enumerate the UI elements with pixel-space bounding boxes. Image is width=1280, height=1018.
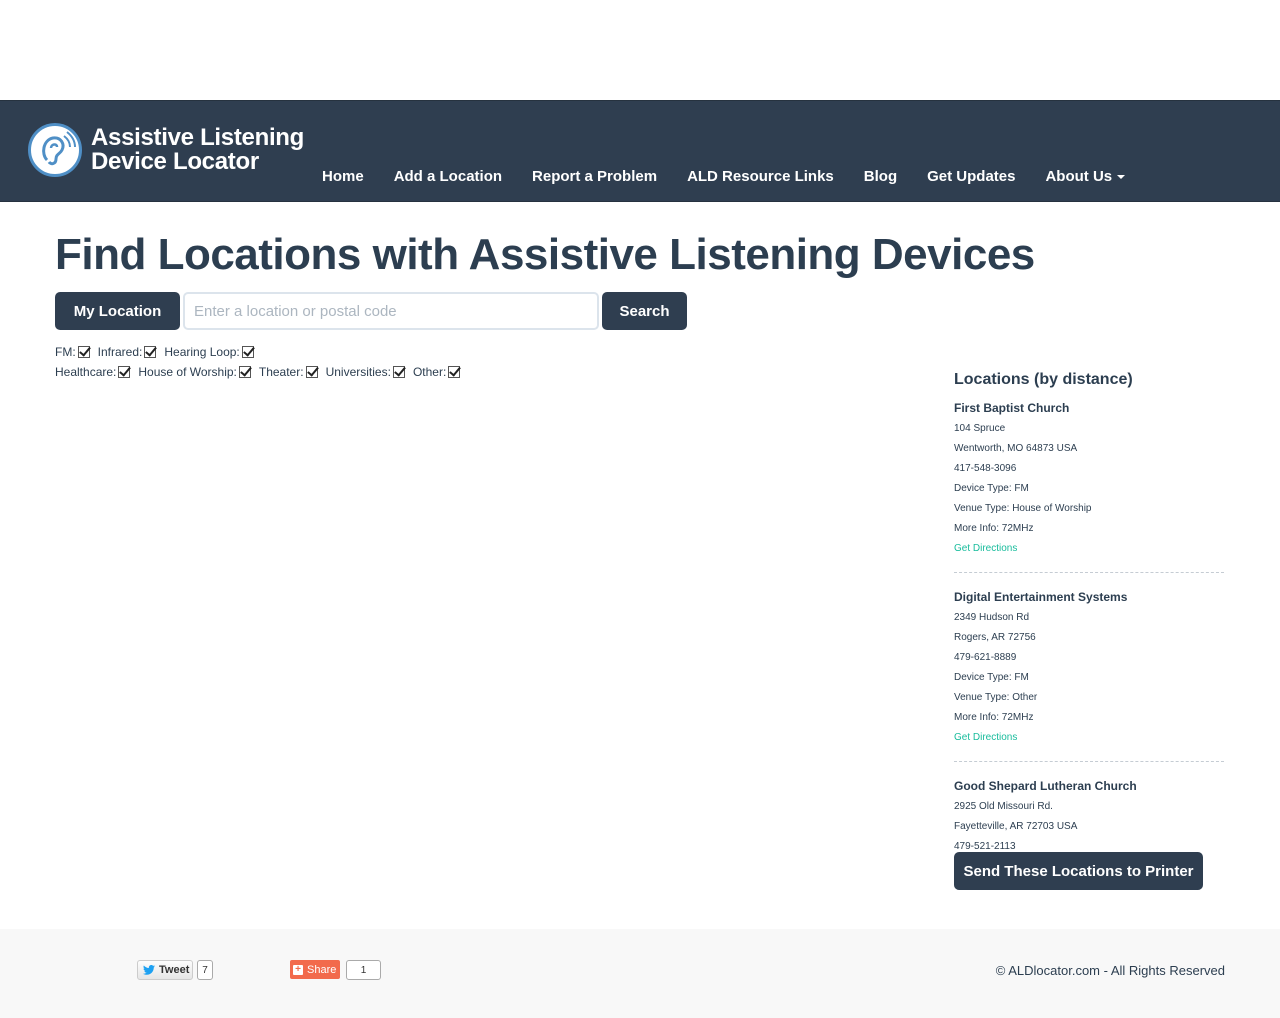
footer: Tweet 7 + Share 1 © ALDlocator.com - All… bbox=[0, 929, 1280, 1018]
share-label: Share bbox=[307, 963, 337, 976]
brand-line-1: Assistive Listening bbox=[91, 124, 305, 151]
filter-label: FM: bbox=[55, 345, 76, 359]
main-content: Find Locations with Assistive Listening … bbox=[0, 202, 1280, 929]
search-button[interactable]: Search bbox=[602, 292, 687, 330]
other-checkbox[interactable] bbox=[448, 366, 461, 378]
get-directions-link[interactable]: Get Directions bbox=[954, 728, 1224, 748]
filter-house-of-worship: House of Worship: bbox=[138, 365, 251, 379]
tweet-button[interactable]: Tweet bbox=[137, 960, 193, 980]
nav-home[interactable]: Home bbox=[307, 167, 379, 187]
twitter-bird-icon bbox=[143, 965, 155, 975]
plus-icon: + bbox=[293, 964, 303, 975]
location-name: First Baptist Church bbox=[954, 401, 1070, 415]
hearing-loop-checkbox[interactable] bbox=[241, 346, 254, 358]
brand-line-2: Device Locator bbox=[91, 148, 259, 175]
results-sidebar: Locations (by distance) First Baptist Ch… bbox=[954, 370, 1224, 857]
nav-about-us-label: About Us bbox=[1045, 168, 1113, 185]
filter-label: Theater: bbox=[258, 365, 304, 379]
top-ad-space bbox=[0, 0, 1280, 100]
share-count: 1 bbox=[346, 960, 381, 980]
copyright: © ALDlocator.com - All Rights Reserved bbox=[995, 963, 1225, 978]
location-address: 2349 Hudson Rd bbox=[954, 612, 1030, 623]
location-phone: 479-621-8889 bbox=[954, 652, 1017, 663]
location-address: 2925 Old Missouri Rd. bbox=[954, 801, 1053, 812]
tweet-label: Tweet bbox=[159, 964, 190, 976]
filter-infrared: Infrared: bbox=[98, 345, 157, 359]
filter-label: House of Worship: bbox=[138, 365, 237, 379]
filter-healthcare: Healthcare: bbox=[55, 365, 131, 379]
device-filters: FM: Infrared: Hearing Loop: bbox=[55, 342, 468, 362]
location-phone: 417-548-3096 bbox=[954, 463, 1017, 474]
brand[interactable]: Assistive Listening Device Locator bbox=[28, 123, 304, 177]
ear-icon bbox=[28, 123, 82, 177]
location-device-type: Device Type: FM bbox=[954, 483, 1029, 494]
filter-other: Other: bbox=[412, 365, 461, 379]
infrared-checkbox[interactable] bbox=[144, 346, 157, 358]
filter-label: Other: bbox=[412, 365, 447, 379]
location-venue-type: Venue Type: House of Worship bbox=[954, 503, 1092, 514]
location-more-info: More Info: 72MHz bbox=[954, 523, 1034, 534]
healthcare-checkbox[interactable] bbox=[118, 366, 131, 378]
location-city: Rogers, AR 72756 bbox=[954, 632, 1036, 643]
location-search-input[interactable] bbox=[183, 292, 599, 330]
page-title: Find Locations with Assistive Listening … bbox=[55, 230, 1035, 279]
tweet-count: 7 bbox=[197, 960, 213, 980]
filters: FM: Infrared: Hearing Loop: Healthcare: … bbox=[55, 342, 468, 382]
filter-hearing-loop: Hearing Loop: bbox=[164, 345, 254, 359]
location-address: 104 Spruce bbox=[954, 423, 1006, 434]
universities-checkbox[interactable] bbox=[392, 366, 405, 378]
print-locations-button[interactable]: Send These Locations to Printer bbox=[954, 852, 1203, 890]
location-name: Good Shepard Lutheran Church bbox=[954, 779, 1137, 793]
filter-label: Infrared: bbox=[97, 345, 143, 359]
location-city: Wentworth, MO 64873 USA bbox=[954, 443, 1078, 454]
nav-blog[interactable]: Blog bbox=[849, 167, 912, 187]
nav-add-location[interactable]: Add a Location bbox=[379, 167, 517, 187]
theater-checkbox[interactable] bbox=[305, 366, 318, 378]
location-venue-type: Venue Type: Other bbox=[954, 692, 1038, 703]
location-city: Fayetteville, AR 72703 USA bbox=[954, 821, 1078, 832]
location-item: Digital Entertainment Systems 2349 Hudso… bbox=[954, 587, 1224, 762]
nav-about-us[interactable]: About Us bbox=[1030, 167, 1140, 187]
main-nav: Home Add a Location Report a Problem ALD… bbox=[307, 167, 1140, 187]
navbar: Assistive Listening Device Locator Home … bbox=[0, 100, 1280, 202]
location-more-info: More Info: 72MHz bbox=[954, 712, 1034, 723]
filter-fm: FM: bbox=[55, 345, 90, 359]
nav-resource-links[interactable]: ALD Resource Links bbox=[672, 167, 849, 187]
get-directions-link[interactable]: Get Directions bbox=[954, 539, 1224, 559]
location-device-type: Device Type: FM bbox=[954, 672, 1029, 683]
filter-universities: Universities: bbox=[326, 365, 405, 379]
share-button[interactable]: + Share bbox=[290, 960, 340, 979]
filter-label: Universities: bbox=[325, 365, 391, 379]
filter-label: Healthcare: bbox=[55, 365, 117, 379]
caret-down-icon bbox=[1117, 175, 1126, 180]
filter-label: Hearing Loop: bbox=[164, 345, 240, 359]
fm-checkbox[interactable] bbox=[77, 346, 90, 358]
nav-report-problem[interactable]: Report a Problem bbox=[517, 167, 672, 187]
filter-theater: Theater: bbox=[259, 365, 318, 379]
results-title: Locations (by distance) bbox=[954, 371, 1133, 388]
location-item: Good Shepard Lutheran Church 2925 Old Mi… bbox=[954, 776, 1224, 857]
location-item: First Baptist Church 104 Spruce Wentwort… bbox=[954, 398, 1224, 573]
venue-filters: Healthcare: House of Worship: Theater: U… bbox=[55, 362, 468, 382]
location-name: Digital Entertainment Systems bbox=[954, 590, 1128, 604]
nav-get-updates[interactable]: Get Updates bbox=[912, 167, 1030, 187]
house-of-worship-checkbox[interactable] bbox=[238, 366, 251, 378]
my-location-button[interactable]: My Location bbox=[55, 292, 180, 330]
